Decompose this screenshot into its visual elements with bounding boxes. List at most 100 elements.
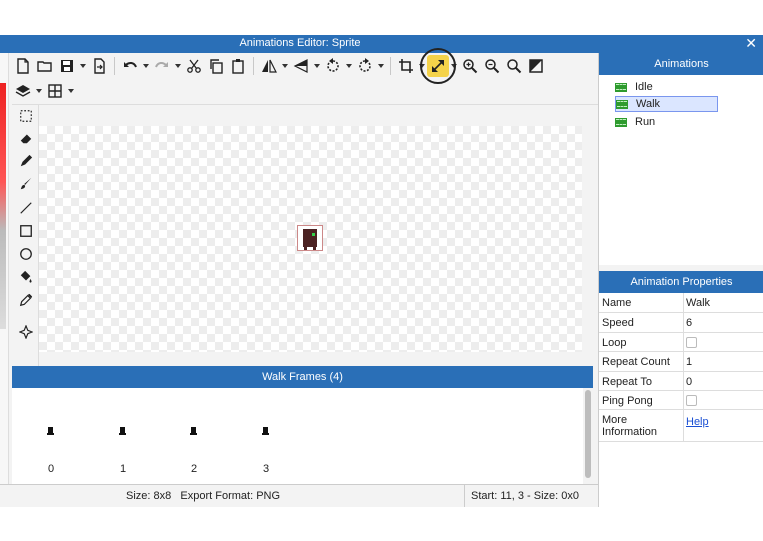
copy-icon[interactable] [205, 55, 227, 77]
frames-scrollbar[interactable] [583, 388, 593, 484]
cut-icon[interactable] [183, 55, 205, 77]
loop-value [683, 333, 763, 351]
toolbar [12, 48, 598, 105]
canvas-vertical-scrollbar[interactable] [582, 126, 598, 352]
grid-icon[interactable] [44, 80, 66, 102]
fill-icon[interactable] [15, 266, 36, 287]
property-key: Loop [602, 337, 627, 349]
canvas-horizontal-scrollbar[interactable] [39, 352, 598, 366]
property-row-speed: Speed 6 [599, 313, 763, 333]
status-size-format: Size: 8x8 Export Format: PNG [126, 490, 281, 502]
close-icon[interactable]: ✕ [745, 35, 757, 52]
eraser-icon[interactable] [15, 127, 36, 148]
frame-item[interactable]: 2 [184, 422, 204, 475]
save-icon[interactable] [56, 55, 78, 77]
ping-pong-checkbox[interactable] [686, 395, 697, 406]
scrollbar-thumb[interactable] [585, 390, 591, 478]
frame-thumbnail [262, 427, 269, 435]
ellipse-icon[interactable] [15, 243, 36, 264]
rotate-right-icon[interactable] [354, 55, 376, 77]
brush-icon[interactable] [15, 173, 36, 194]
sprite-canvas[interactable] [39, 126, 582, 352]
frame-item[interactable]: 0 [41, 422, 61, 475]
frames-strip: 0 1 2 3 [12, 388, 583, 484]
speed-field[interactable]: 6 [683, 313, 763, 332]
frame-number: 3 [262, 463, 270, 475]
color-strip[interactable] [0, 83, 6, 329]
property-row-name: Name Walk [599, 293, 763, 313]
repeat-to-field[interactable]: 0 [683, 372, 763, 390]
frames-header: Walk Frames (4) [12, 366, 593, 388]
toolbox [12, 105, 39, 390]
property-key: Name [602, 297, 632, 309]
sprite-eye [312, 233, 315, 236]
separator [390, 57, 391, 75]
frame-thumbnail [47, 427, 54, 435]
rotate-left-dropdown[interactable] [344, 55, 354, 77]
sprite-leg [304, 247, 307, 250]
crop-dropdown[interactable] [417, 55, 427, 77]
animations-header: Animations [599, 53, 763, 75]
frame-item[interactable]: 3 [256, 422, 276, 475]
sprite-preview [297, 225, 323, 251]
animation-label: Idle [635, 81, 653, 93]
repeat-count-field[interactable]: 1 [683, 352, 763, 371]
animation-item-run[interactable]: Run [615, 114, 718, 130]
flip-horizontal-icon[interactable] [258, 55, 280, 77]
name-field[interactable]: Walk [683, 293, 763, 312]
flip-horizontal-dropdown[interactable] [280, 55, 290, 77]
symmetry-icon[interactable] [15, 321, 36, 342]
animation-item-walk[interactable]: Walk [615, 96, 718, 112]
status-selection: Start: 11, 3 - Size: 0x0 [464, 485, 579, 507]
toolbar-row-1 [12, 48, 547, 84]
filmstrip-icon [616, 99, 628, 109]
select-icon[interactable] [15, 105, 36, 126]
export-icon[interactable] [88, 55, 110, 77]
save-dropdown[interactable] [78, 55, 88, 77]
flip-vertical-dropdown[interactable] [312, 55, 322, 77]
paste-icon[interactable] [227, 55, 249, 77]
open-folder-icon[interactable] [34, 55, 56, 77]
new-file-icon[interactable] [12, 55, 34, 77]
loop-checkbox[interactable] [686, 337, 697, 348]
pencil-icon[interactable] [15, 150, 36, 171]
undo-icon[interactable] [119, 55, 141, 77]
help-link[interactable]: Help [686, 416, 709, 428]
zoom-in-icon[interactable] [459, 55, 481, 77]
property-row-more-information: More Information Help [599, 410, 763, 442]
animation-item-idle[interactable]: Idle [615, 79, 718, 95]
layers-icon[interactable] [12, 80, 34, 102]
undo-dropdown[interactable] [141, 55, 151, 77]
layers-dropdown[interactable] [34, 80, 44, 102]
crop-icon[interactable] [395, 55, 417, 77]
title-bar: Animations Editor: Sprite ✕ [0, 35, 763, 53]
redo-icon[interactable] [151, 55, 173, 77]
animation-label: Run [635, 116, 656, 128]
animation-label: Walk [636, 98, 661, 110]
property-row-loop: Loop [599, 333, 763, 352]
property-key: Repeat Count [602, 356, 670, 368]
zoom-out-icon[interactable] [481, 55, 503, 77]
grid-dropdown[interactable] [66, 80, 76, 102]
flip-vertical-icon[interactable] [290, 55, 312, 77]
rectangle-icon[interactable] [15, 220, 36, 241]
line-icon[interactable] [15, 197, 36, 218]
eyedropper-icon[interactable] [15, 289, 36, 310]
frame-number: 2 [190, 463, 198, 475]
redo-dropdown[interactable] [173, 55, 183, 77]
toggle-background-icon[interactable] [525, 55, 547, 77]
more-information-value: Help [683, 410, 763, 441]
rotate-right-dropdown[interactable] [376, 55, 386, 77]
separator [114, 57, 115, 75]
frame-item[interactable]: 1 [113, 422, 133, 475]
zoom-fit-icon[interactable] [503, 55, 525, 77]
resize-icon[interactable] [420, 48, 456, 84]
filmstrip-icon [615, 82, 627, 92]
sprite-leg [313, 247, 316, 250]
resize-dropdown[interactable] [449, 55, 459, 77]
sprite-body [303, 229, 317, 247]
properties-header: Animation Properties [599, 271, 763, 293]
rotate-left-icon[interactable] [322, 55, 344, 77]
left-edge-panel [0, 53, 9, 507]
property-row-ping-pong: Ping Pong [599, 391, 763, 410]
